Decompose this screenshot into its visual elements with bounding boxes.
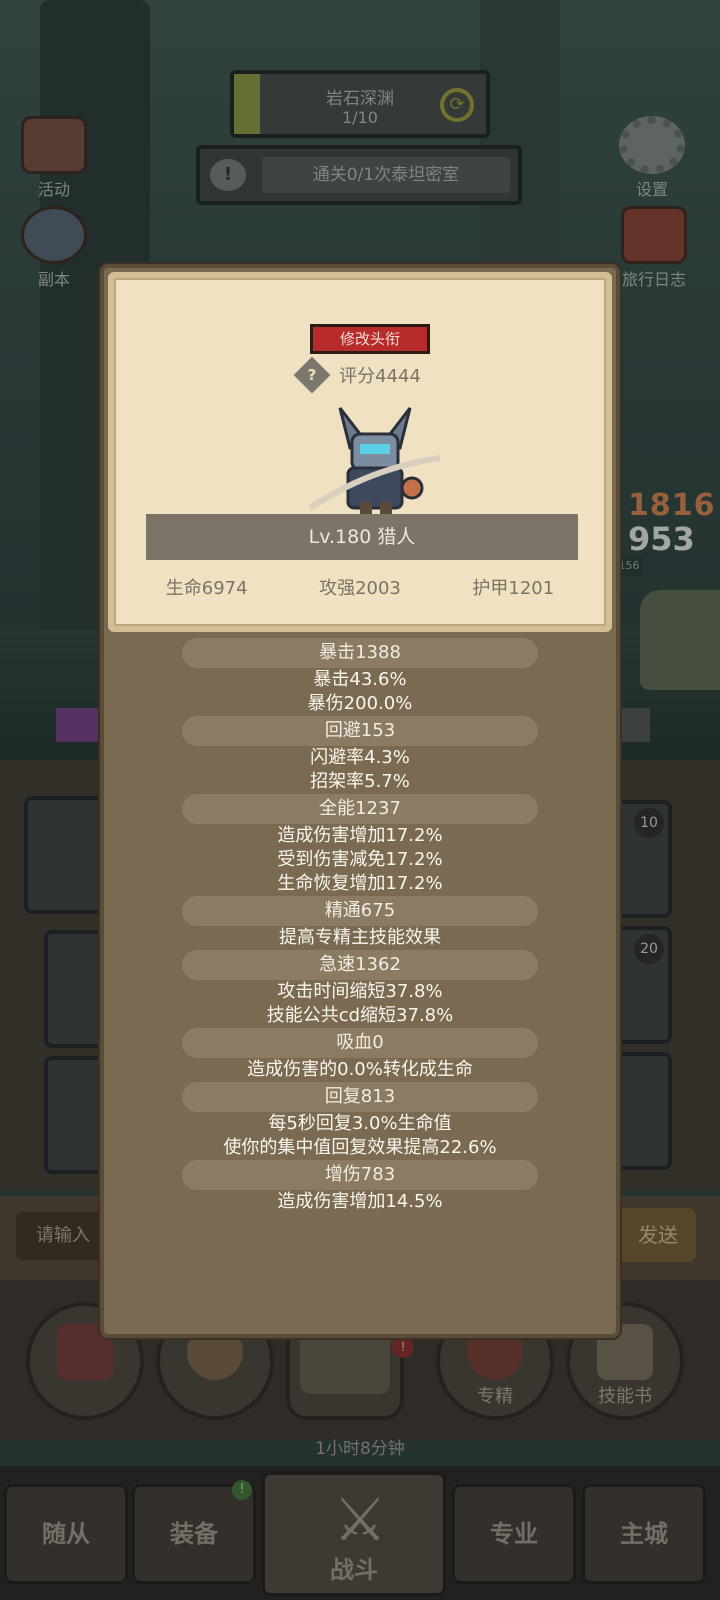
stat-group: 回复813 每5秒回复3.0%生命值使你的集中值回复效果提高22.6% — [104, 1082, 616, 1160]
stat-group-header: 暴击1388 — [182, 638, 538, 668]
stat-detail: 招架率5.7% — [310, 771, 410, 792]
hunter-sprite — [308, 407, 441, 518]
stat-group: 回避153 闪避率4.3% 招架率5.7% — [104, 716, 616, 794]
stat-group-header: 回避153 — [182, 716, 538, 746]
core-stats: 生命6974 攻强2003 护甲1201 — [114, 574, 606, 600]
armor-stat: 护甲1201 — [472, 578, 555, 599]
stat-detail: 使你的集中值回复效果提高22.6% — [223, 1137, 497, 1158]
stat-group: 吸血0 造成伤害的0.0%转化成生命 — [104, 1028, 616, 1082]
score-value: 评分4444 — [339, 366, 421, 387]
stat-group: 全能1237 造成伤害增加17.2% 受到伤害减免17.2% 生命恢复增加17.2% — [104, 794, 616, 896]
stat-group-header: 增伤783 — [182, 1160, 538, 1190]
stat-detail: 闪避率4.3% — [310, 747, 410, 768]
stat-detail: 技能公共cd缩短37.8% — [266, 1005, 454, 1026]
stat-group-header: 精通675 — [182, 896, 538, 926]
stat-group: 急速1362 攻击时间缩短37.8% 技能公共cd缩短37.8% — [104, 950, 616, 1028]
stat-detail: 生命恢复增加17.2% — [277, 873, 443, 894]
stat-detail: 暴击43.6% — [313, 669, 407, 690]
rename-title-button[interactable]: 修改头衔 — [310, 324, 430, 354]
secondary-stats-list: 暴击1388 暴击43.6% 暴伤200.0% 回避153 闪避率4.3% 招架率5.7%… — [104, 638, 616, 1214]
stat-detail: 造成伤害增加17.2% — [277, 825, 443, 846]
character-stats-modal: 修改头衔 ? 评分4444 Lv.180 猎人 生命6974 攻强2003 护甲1… — [100, 264, 620, 1338]
stat-detail: 攻击时间缩短37.8% — [277, 981, 443, 1002]
stat-group: 增伤783 造成伤害增加14.5% — [104, 1160, 616, 1214]
stat-group-header: 全能1237 — [182, 794, 538, 824]
stat-detail: 造成伤害增加14.5% — [277, 1191, 443, 1212]
score-row: ? 评分4444 — [114, 356, 606, 394]
attack-stat: 攻强2003 — [319, 578, 401, 599]
character-card: 修改头衔 ? 评分4444 Lv.180 猎人 生命6974 攻强2003 护甲1… — [108, 272, 612, 632]
hp-stat: 生命6974 — [165, 578, 248, 599]
level-class-banner: Lv.180 猎人 — [146, 514, 578, 560]
stat-group-header: 回复813 — [182, 1082, 538, 1112]
stat-group-header: 吸血0 — [182, 1028, 538, 1058]
help-icon[interactable]: ? — [293, 356, 331, 394]
stat-detail: 造成伤害的0.0%转化成生命 — [247, 1059, 473, 1080]
stat-group-header: 急速1362 — [182, 950, 538, 980]
stat-detail: 受到伤害减免17.2% — [277, 849, 443, 870]
stat-detail: 提高专精主技能效果 — [279, 927, 441, 948]
stat-detail: 暴伤200.0% — [307, 693, 413, 714]
stat-group: 暴击1388 暴击43.6% 暴伤200.0% — [104, 638, 616, 716]
character-avatar — [300, 398, 450, 522]
stat-detail: 每5秒回复3.0%生命值 — [268, 1113, 452, 1134]
stat-group: 精通675 提高专精主技能效果 — [104, 896, 616, 950]
